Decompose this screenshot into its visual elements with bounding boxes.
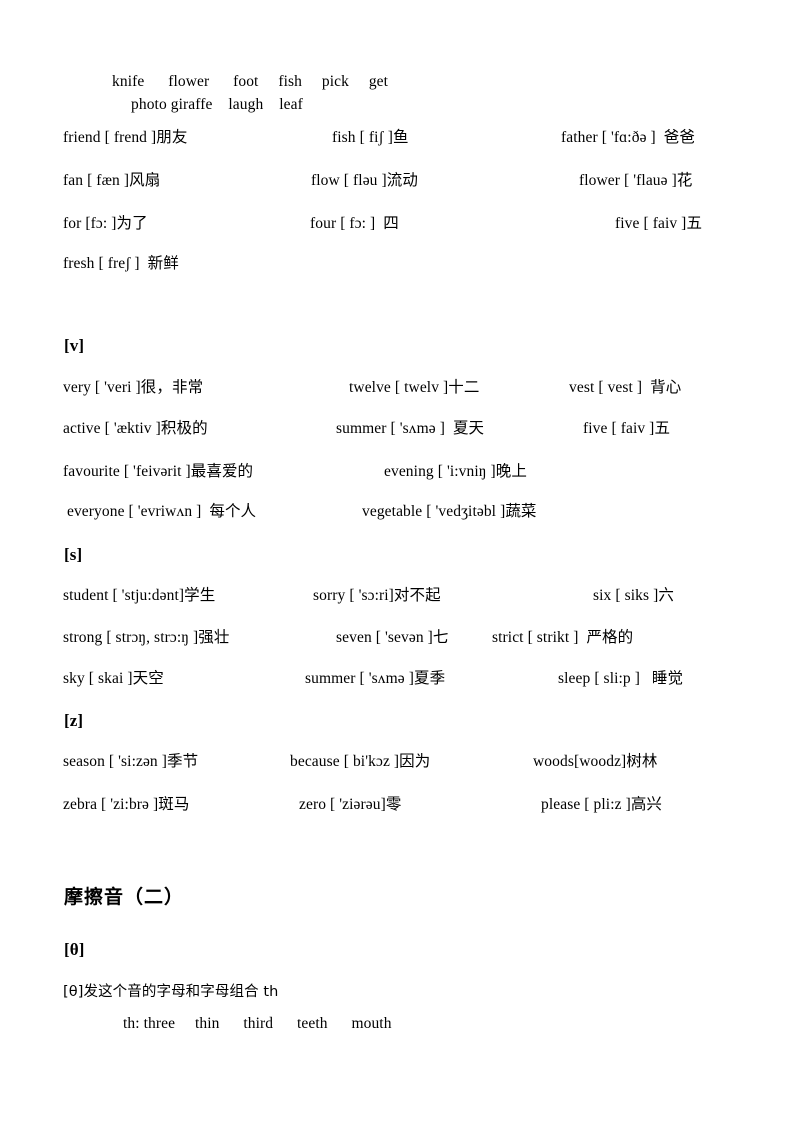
theta-example-words: th: three thin third teeth mouth	[123, 1015, 392, 1032]
f-row-3-col-1: fresh [ freʃ ] 新鲜	[63, 255, 179, 272]
f-row-2-col-2: four [ fɔ: ] 四	[310, 215, 399, 232]
v-row-2-col-2: evening [ 'i:vniŋ ]晚上	[384, 463, 527, 480]
s-row-2-col-1: sky [ skai ]天空	[63, 670, 164, 687]
s-row-0-col-1: student [ 'stju:dənt]学生	[63, 587, 216, 604]
s-row-2-col-2: summer [ 'sʌmə ]夏季	[305, 670, 446, 687]
v-row-1-col-1: active [ 'æktiv ]积极的	[63, 420, 208, 437]
v-row-1-col-3: five [ faiv ]五	[583, 420, 671, 437]
v-row-2-col-1: favourite [ 'feivərit ]最喜爱的	[63, 463, 254, 480]
s-row-0-col-3: six [ siks ]六	[593, 587, 674, 604]
s-row-1-col-2: seven [ 'sevən ]七	[336, 629, 449, 646]
s-row-0-col-2: sorry [ 'sɔ:ri]对不起	[313, 587, 441, 604]
f-row-0-col-2: fish [ fiʃ ]鱼	[332, 129, 409, 146]
v-row-0-col-2: twelve [ twelv ]十二	[349, 379, 480, 396]
z-row-0-col-2: because [ bi'kɔz ]因为	[290, 753, 431, 770]
v-row-3-col-2: vegetable [ 'vedʒitəbl ]蔬菜	[362, 503, 537, 520]
v-row-3-col-1: everyone [ 'evriwʌn ] 每个人	[63, 503, 257, 520]
z-row-1-col-3: please [ pli:z ]高兴	[541, 796, 663, 813]
ipa-heading-v: [v]	[64, 336, 85, 355]
f-row-2-col-3: five [ faiv ]五	[615, 215, 703, 232]
f-row-1-col-3: flower [ 'flauə ]花	[579, 172, 693, 189]
f-row-1-col-1: fan [ fæn ]风扇	[63, 172, 161, 189]
z-row-0-col-1: season [ 'si:zən ]季节	[63, 753, 199, 770]
f-row-0-col-1: friend [ frend ]朋友	[63, 129, 188, 146]
ipa-heading-s: [s]	[64, 545, 83, 564]
s-row-1-col-1: strong [ strɔŋ, strɔ:ŋ ]强壮	[63, 629, 230, 646]
f-row-1-col-2: flow [ fləu ]流动	[311, 172, 418, 189]
top-word-list-line-2: photo giraffe laugh leaf	[131, 96, 303, 113]
top-word-list-line-1: knife flower foot fish pick get	[112, 73, 389, 90]
v-row-0-col-3: vest [ vest ] 背心	[569, 379, 682, 396]
z-row-1-col-1: zebra [ 'zi:brə ]斑马	[63, 796, 190, 813]
document-page: knife flower foot fish pick get photo gi…	[0, 0, 794, 1123]
s-row-2-col-3: sleep [ sli:p ] 睡觉	[558, 670, 684, 687]
s-row-1-col-3: strict [ strikt ] 严格的	[492, 629, 634, 646]
ipa-heading-z: [z]	[64, 711, 84, 730]
theta-note: [θ]发这个音的字母和字母组合 th	[63, 984, 279, 1000]
ipa-heading-theta: [θ]	[64, 940, 85, 959]
z-row-0-col-3: woods[woodz]树林	[533, 753, 658, 770]
section-title-fricatives-two: 摩擦音（二）	[64, 886, 185, 908]
v-row-0-col-1: very [ 'veri ]很，非常	[63, 379, 204, 396]
f-row-0-col-3: father [ 'fɑ:ðə ] 爸爸	[561, 129, 695, 146]
f-row-2-col-1: for [fɔ: ]为了	[63, 215, 148, 232]
z-row-1-col-2: zero [ 'ziərəu]零	[299, 796, 402, 813]
v-row-1-col-2: summer [ 'sʌmə ] 夏天	[336, 420, 485, 437]
